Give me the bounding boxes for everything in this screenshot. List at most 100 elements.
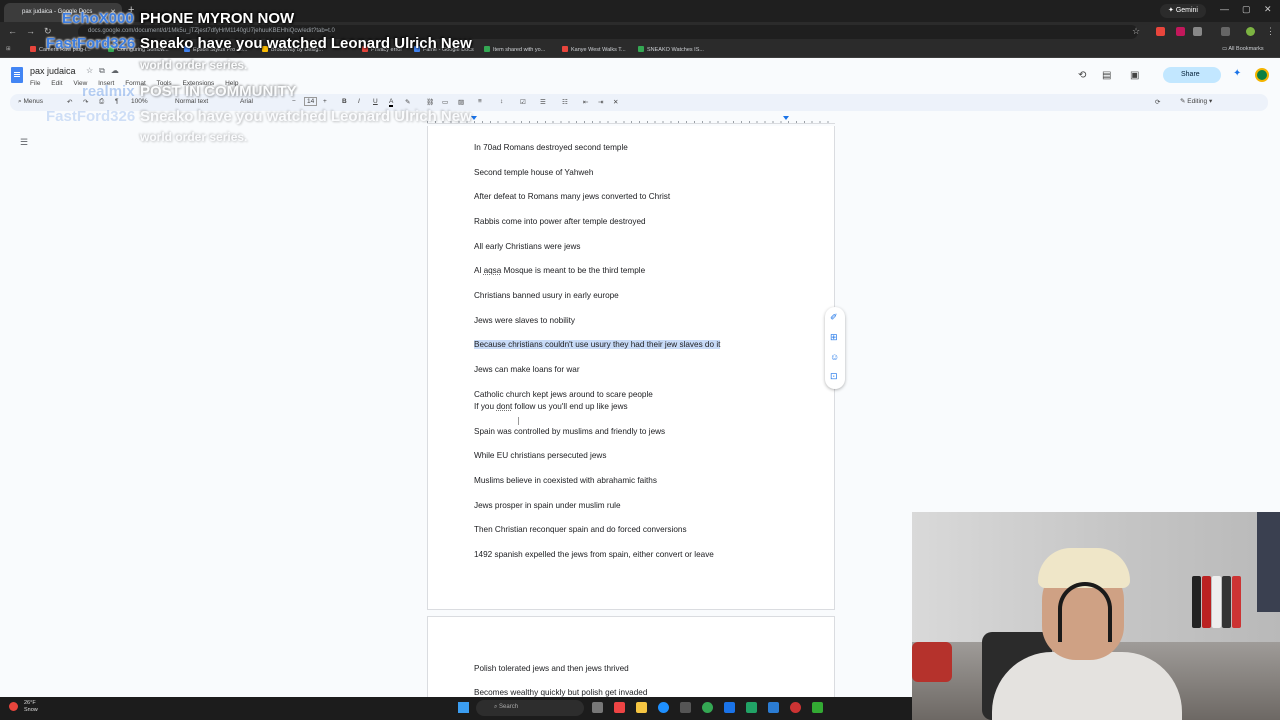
docs-logo-icon[interactable]: [11, 67, 23, 83]
paragraph[interactable]: All early Christians were jews: [474, 242, 580, 252]
highlight-icon[interactable]: ✎: [405, 98, 410, 106]
paragraph[interactable]: Christians banned usury in early europe: [474, 291, 619, 301]
numbered-list-icon[interactable]: ☷: [562, 98, 568, 106]
weather-widget[interactable]: 26°F Snow: [24, 700, 38, 714]
extension-icon[interactable]: [1176, 27, 1185, 36]
paragraph[interactable]: Al aqsa Mosque is meant to be the third …: [474, 266, 645, 276]
chat-username: EchoX000: [62, 10, 134, 27]
app-icon[interactable]: [614, 702, 625, 713]
all-bookmarks[interactable]: ▭ All Bookmarks: [1222, 46, 1264, 52]
extensions-puzzle-icon[interactable]: [1193, 27, 1202, 36]
document-outline-icon[interactable]: ☰: [20, 137, 28, 148]
app-icon[interactable]: [768, 702, 779, 713]
paragraph-selected[interactable]: Because christians couldn't use usury th…: [474, 340, 721, 350]
paragraph[interactable]: 1492 spanish expelled the jews from spai…: [474, 550, 714, 560]
bookmark-item[interactable]: SNEAKO Watches IS...: [638, 46, 704, 53]
app-icon[interactable]: [790, 702, 801, 713]
paragraph[interactable]: After defeat to Romans many jews convert…: [474, 192, 670, 202]
menu-edit[interactable]: Edit: [51, 80, 62, 87]
paragraph[interactable]: Jews prosper in spain under muslim rule: [474, 501, 621, 511]
underline-button[interactable]: U: [373, 98, 378, 105]
side-panel-icon[interactable]: [1221, 27, 1230, 36]
checklist-icon[interactable]: ☑: [520, 98, 526, 106]
paragraph[interactable]: Rabbis come into power after temple dest…: [474, 217, 646, 227]
decrease-indent-icon[interactable]: ⇤: [583, 98, 588, 106]
apps-icon[interactable]: ⊞: [6, 46, 11, 52]
increase-font-size-icon[interactable]: +: [323, 98, 327, 105]
menu-file[interactable]: File: [30, 80, 40, 87]
close-window-icon[interactable]: ✕: [1264, 4, 1272, 15]
paragraph[interactable]: Catholic church kept jews around to scar…: [474, 390, 653, 400]
spelling-suggestion[interactable]: aqsa: [484, 266, 502, 275]
help-me-write-icon[interactable]: ✐: [830, 312, 838, 323]
line-spacing-icon[interactable]: ↕: [500, 98, 503, 105]
chrome-icon[interactable]: [702, 702, 713, 713]
bookmark-item[interactable]: Kanye West Walks T...: [562, 46, 626, 53]
extension-icon[interactable]: [1156, 27, 1165, 36]
text-color-button[interactable]: A: [389, 98, 394, 107]
bold-button[interactable]: B: [342, 98, 347, 105]
start-icon[interactable]: [458, 702, 469, 713]
italic-button[interactable]: I: [358, 98, 360, 105]
link-icon[interactable]: ⛓: [426, 98, 434, 106]
bookmark-favicon-icon: [30, 46, 36, 52]
document-title[interactable]: pax judaica: [30, 66, 76, 76]
taskbar-search[interactable]: ⌕ Search: [476, 700, 584, 716]
paragraph[interactable]: If you dont follow us you'll end up like…: [474, 402, 628, 412]
editing-mode-select[interactable]: ✎ Editing ▾: [1180, 97, 1212, 105]
align-icon[interactable]: ≡: [478, 98, 482, 105]
right-indent-marker-icon[interactable]: [783, 116, 789, 120]
spelling-suggestion[interactable]: dont: [496, 402, 512, 411]
paragraph[interactable]: Jews were slaves to nobility: [474, 316, 575, 326]
weather-icon[interactable]: [9, 702, 18, 711]
paragraph[interactable]: Then Christian reconquer spain and do fo…: [474, 525, 687, 535]
minimize-icon[interactable]: —: [1220, 4, 1229, 14]
paragraph[interactable]: Polish tolerated jews and then jews thri…: [474, 664, 629, 674]
bulleted-list-icon[interactable]: ☰: [540, 98, 546, 106]
text-selection[interactable]: Because christians couldn't use usury th…: [474, 340, 721, 349]
menus-search[interactable]: ⌕ Menus: [18, 98, 43, 106]
gemini-button[interactable]: ✦ Gemini: [1160, 4, 1206, 18]
app-icon[interactable]: [812, 702, 823, 713]
avatar[interactable]: [1255, 68, 1269, 82]
emoji-reaction-icon[interactable]: ☺: [830, 352, 839, 362]
meet-icon[interactable]: ▣: [1130, 70, 1139, 81]
add-comment-icon[interactable]: ▭: [442, 98, 448, 106]
clear-formatting-icon[interactable]: ✕: [613, 98, 618, 106]
file-explorer-icon[interactable]: [636, 702, 647, 713]
increase-indent-icon[interactable]: ⇥: [598, 98, 603, 106]
edge-icon[interactable]: [658, 702, 669, 713]
paragraph[interactable]: Spain was controlled by muslims and frie…: [474, 427, 665, 437]
excel-icon[interactable]: [746, 702, 757, 713]
share-button[interactable]: Share: [1163, 67, 1221, 83]
title-action-icons[interactable]: ☆⧉☁: [86, 66, 125, 76]
windows-taskbar: 26°F Snow ⌕ Search: [0, 697, 912, 720]
suggest-edits-icon[interactable]: ⊡: [830, 371, 838, 382]
insert-image-icon[interactable]: ▨: [458, 98, 464, 106]
paragraph[interactable]: Muslims believe in coexisted with abraha…: [474, 476, 657, 486]
profile-icon[interactable]: [1246, 27, 1255, 36]
app-icon[interactable]: [724, 702, 735, 713]
bookmark-star-icon[interactable]: ☆: [1132, 26, 1140, 37]
edit-suggest-icon[interactable]: ⟳: [1155, 98, 1160, 106]
comments-icon[interactable]: ▤: [1102, 70, 1111, 81]
forward-icon[interactable]: →: [26, 26, 35, 36]
paragraph[interactable]: Second temple house of Yahweh: [474, 168, 593, 178]
bookmark-favicon-icon: [484, 46, 490, 52]
more-menu-icon[interactable]: ⋮: [1266, 26, 1275, 37]
undo-icon[interactable]: ↶: [67, 98, 72, 106]
bookmark-item[interactable]: Item shared with yo...: [484, 46, 545, 53]
font-size-input[interactable]: 14: [304, 97, 318, 106]
back-icon[interactable]: ←: [8, 26, 17, 36]
clothing-rack: [1192, 572, 1248, 632]
paragraph[interactable]: In 70ad Romans destroyed second temple: [474, 143, 628, 153]
history-icon[interactable]: ⟲: [1078, 70, 1086, 81]
task-view-icon[interactable]: [592, 702, 603, 713]
store-icon[interactable]: [680, 702, 691, 713]
paragraph[interactable]: While EU christians persecuted jews: [474, 451, 606, 461]
ruler[interactable]: [427, 116, 835, 124]
add-comment-icon[interactable]: ⊞: [830, 332, 838, 343]
paragraph[interactable]: Jews can make loans for war: [474, 365, 580, 375]
maximize-icon[interactable]: ▢: [1242, 4, 1251, 15]
gemini-spark-icon[interactable]: ✦: [1233, 68, 1241, 79]
